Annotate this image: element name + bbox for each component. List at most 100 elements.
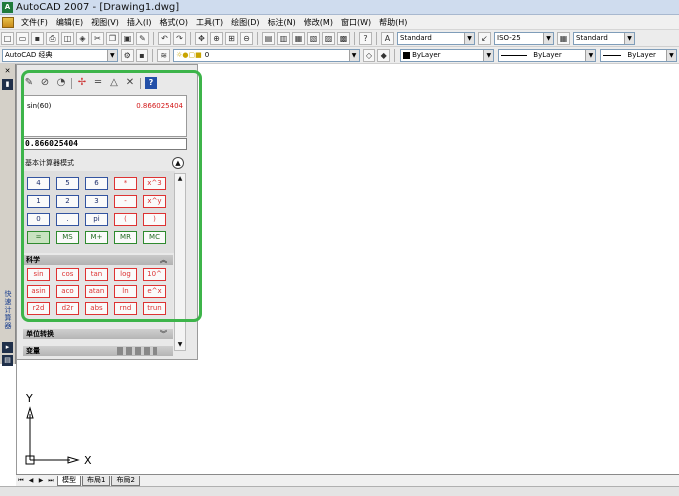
calc-key[interactable]: MC	[143, 231, 166, 244]
scientific-key[interactable]: 10^	[143, 268, 166, 281]
first-tab-icon[interactable]: ⏮	[16, 476, 26, 486]
calc-key[interactable]: MS	[56, 231, 79, 244]
scientific-key[interactable]: rnd	[114, 302, 137, 315]
scientific-key[interactable]: e^x	[143, 285, 166, 298]
paste-value-icon[interactable]: ◔	[55, 77, 67, 89]
zoom-window-icon[interactable]: ⊞	[225, 31, 238, 45]
sheet-set-icon[interactable]: ▧	[307, 31, 320, 45]
copy-icon[interactable]: ❐	[106, 31, 119, 45]
print-icon[interactable]: ⎙	[46, 31, 59, 45]
make-current-layer-icon[interactable]: ◇	[362, 48, 376, 62]
scientific-key[interactable]: cos	[56, 268, 79, 281]
dim-style-select[interactable]: ISO-25 ▼	[494, 31, 554, 45]
menu-draw[interactable]: 绘图(D)	[227, 17, 263, 28]
tab-layout2[interactable]: 布局2	[111, 475, 140, 486]
paste-icon[interactable]: ▣	[121, 31, 134, 45]
calc-key[interactable]: )	[143, 213, 166, 226]
tool-palettes-icon[interactable]: ▦	[292, 31, 305, 45]
menu-file[interactable]: 文件(F)	[17, 17, 52, 28]
calc-key[interactable]: 0	[27, 213, 50, 226]
document-icon[interactable]	[2, 16, 14, 28]
menu-view[interactable]: 视图(V)	[87, 17, 123, 28]
menu-help[interactable]: 帮助(H)	[375, 17, 411, 28]
last-tab-icon[interactable]: ⏭	[46, 476, 56, 486]
menu-window[interactable]: 窗口(W)	[337, 17, 375, 28]
calc-key[interactable]: (	[114, 213, 137, 226]
layer-select[interactable]: ☼●▢■ 0 ▼	[173, 48, 360, 62]
calc-key[interactable]: pi	[85, 213, 108, 226]
close-icon[interactable]: ✕	[2, 66, 13, 77]
calc-key[interactable]: 3	[85, 195, 108, 208]
calc-key[interactable]: 5	[56, 177, 79, 190]
color-select[interactable]: ByLayer ▼	[400, 48, 495, 62]
scientific-header[interactable]: 科学 ︽	[23, 255, 173, 265]
match-properties-icon[interactable]: ✎	[136, 31, 149, 45]
help-icon[interactable]: ?	[359, 31, 372, 45]
menu-format[interactable]: 格式(O)	[155, 17, 192, 28]
calc-key[interactable]: =	[27, 231, 50, 244]
calc-key[interactable]: .	[56, 213, 79, 226]
undo-icon[interactable]: ↶	[158, 31, 171, 45]
scientific-key[interactable]: sin	[27, 268, 50, 281]
scientific-key[interactable]: asin	[27, 285, 50, 298]
clear-history-icon[interactable]: ⊘	[39, 77, 51, 89]
scientific-key[interactable]: trun	[143, 302, 166, 315]
history-area[interactable]: sin(60) 0.866025404	[23, 95, 187, 137]
my-workspace-icon[interactable]: ▪	[135, 48, 149, 62]
input-box[interactable]: 0.866025404	[23, 138, 187, 150]
variables-toolbar-icon[interactable]	[117, 347, 157, 355]
calc-key[interactable]: 6	[85, 177, 108, 190]
autohide-icon[interactable]: ▮	[2, 79, 13, 90]
publish-icon[interactable]: ◈	[76, 31, 89, 45]
scientific-key[interactable]: atan	[85, 285, 108, 298]
tab-model[interactable]: 模型	[57, 475, 81, 486]
units-conversion-header[interactable]: 单位转换 ︾	[23, 329, 173, 339]
calc-key[interactable]: x^y	[143, 195, 166, 208]
menu-dimension[interactable]: 标注(N)	[264, 17, 300, 28]
history-result[interactable]: 0.866025404	[136, 102, 183, 110]
zoom-realtime-icon[interactable]: ⊕	[210, 31, 223, 45]
save-icon[interactable]: ▪	[31, 31, 44, 45]
distance-icon[interactable]: ═	[92, 77, 104, 89]
print-preview-icon[interactable]: ◫	[61, 31, 74, 45]
lineweight-select[interactable]: ByLayer ▼	[600, 48, 677, 62]
scientific-key[interactable]: d2r	[56, 302, 79, 315]
linetype-select[interactable]: ByLayer ▼	[498, 48, 597, 62]
menu-edit[interactable]: 编辑(E)	[52, 17, 87, 28]
help-icon[interactable]: ?	[145, 77, 157, 89]
markup-icon[interactable]: ▨	[322, 31, 335, 45]
scientific-key[interactable]: ln	[114, 285, 137, 298]
tab-layout1[interactable]: 布局1	[82, 475, 111, 486]
get-coordinates-icon[interactable]: ✢	[76, 77, 88, 89]
calc-key[interactable]: MR	[114, 231, 137, 244]
properties-icon[interactable]: ▤	[262, 31, 275, 45]
previous-tab-icon[interactable]: ◀	[26, 476, 36, 486]
angle-icon[interactable]: △	[108, 77, 120, 89]
menu-insert[interactable]: 插入(I)	[123, 17, 156, 28]
layer-previous-icon[interactable]: ◆	[377, 48, 391, 62]
scientific-key[interactable]: aco	[56, 285, 79, 298]
table-style-select[interactable]: Standard ▼	[573, 31, 635, 45]
layer-manager-icon[interactable]: ≋	[157, 48, 171, 62]
design-center-icon[interactable]: ▥	[277, 31, 290, 45]
calc-key[interactable]: 2	[56, 195, 79, 208]
palette-scrollbar[interactable]: ▲ ▼	[174, 173, 186, 351]
calc-key[interactable]: *	[114, 177, 137, 190]
workspace-select[interactable]: AutoCAD 经典 ▼	[2, 48, 118, 62]
calc-key[interactable]: 4	[27, 177, 50, 190]
variables-header[interactable]: 变量	[23, 346, 173, 356]
scientific-key[interactable]: tan	[85, 268, 108, 281]
new-file-icon[interactable]: □	[1, 31, 14, 45]
calc-key[interactable]: x^3	[143, 177, 166, 190]
calculator-icon[interactable]: ▩	[337, 31, 350, 45]
intersection-icon[interactable]: ✕	[124, 77, 136, 89]
clear-icon[interactable]: ✎	[23, 77, 35, 89]
cut-icon[interactable]: ✂	[91, 31, 104, 45]
history-expression[interactable]: sin(60)	[27, 102, 51, 110]
next-tab-icon[interactable]: ▶	[36, 476, 46, 486]
text-style-select[interactable]: Standard ▼	[397, 31, 475, 45]
calc-key[interactable]: -	[114, 195, 137, 208]
scroll-up-icon[interactable]: ▲	[175, 174, 185, 184]
palette-menu-icon[interactable]: ▤	[2, 355, 13, 366]
calc-key[interactable]: 1	[27, 195, 50, 208]
